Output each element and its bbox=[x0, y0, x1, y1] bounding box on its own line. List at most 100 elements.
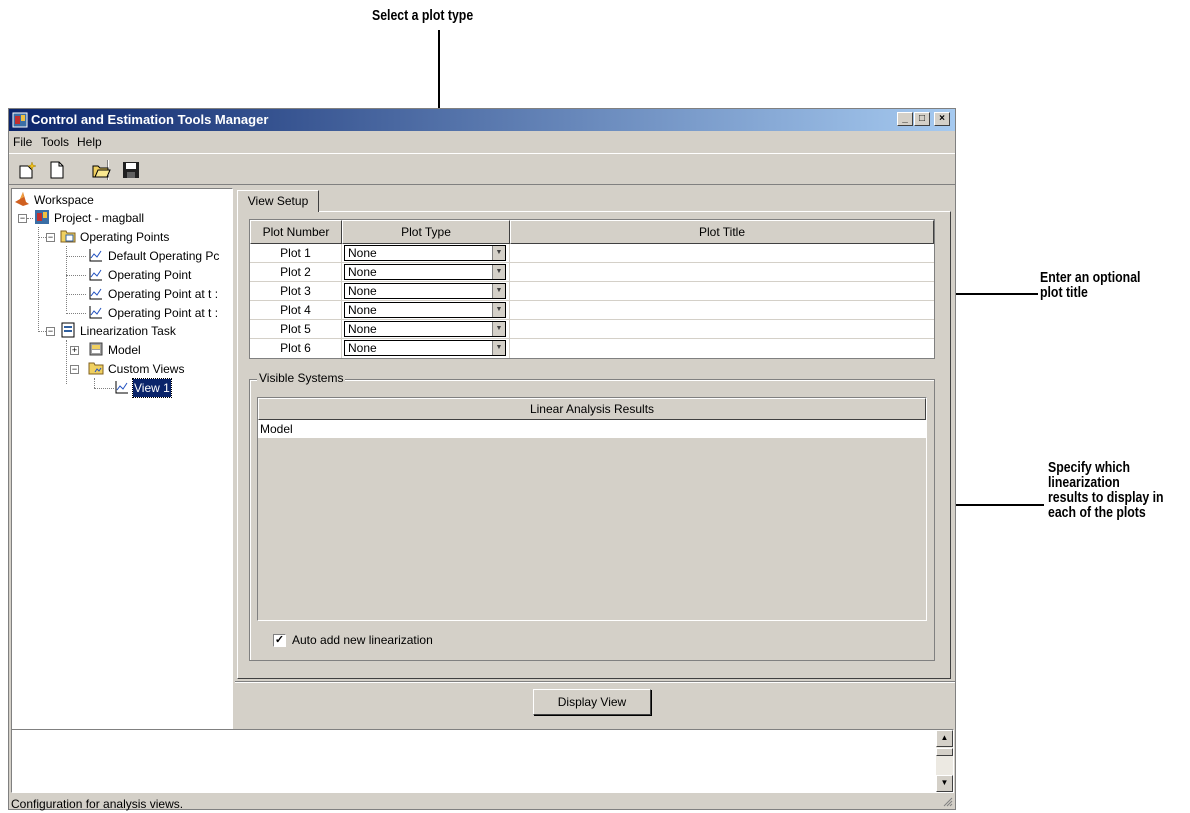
menu-tools[interactable]: Tools bbox=[41, 135, 69, 149]
plot-table-header: Plot Number Plot Type Plot Title bbox=[250, 220, 934, 244]
header-plot-title[interactable]: Plot Title bbox=[510, 220, 934, 244]
callout-results: Specify which linearization results to d… bbox=[1048, 460, 1164, 520]
plot-title-cell[interactable] bbox=[510, 282, 934, 300]
header-plot-type[interactable]: Plot Type bbox=[342, 220, 510, 244]
view-icon bbox=[115, 381, 128, 394]
folder-icon bbox=[88, 362, 104, 375]
plot-type-select[interactable]: None ▼ bbox=[344, 340, 506, 356]
tree-op-default[interactable]: Default Operating Pc bbox=[88, 247, 220, 265]
expander-linearization-task[interactable]: − bbox=[46, 327, 55, 336]
minimize-button[interactable]: _ bbox=[897, 112, 913, 126]
message-console[interactable]: ▲ ▼ bbox=[11, 729, 954, 793]
menu-file[interactable]: File bbox=[13, 135, 32, 149]
expander-operating-points[interactable]: − bbox=[46, 233, 55, 242]
plot-type-value: None bbox=[348, 284, 377, 298]
tree-line bbox=[27, 218, 33, 219]
plot-type-select[interactable]: None ▼ bbox=[344, 302, 506, 318]
tree-line bbox=[38, 331, 46, 332]
callout-results-line1: Specify which bbox=[1048, 459, 1131, 476]
tree-linearization-task[interactable]: Linearization Task bbox=[60, 322, 177, 340]
plot-type-select[interactable]: None ▼ bbox=[344, 321, 506, 337]
new-project-icon[interactable] bbox=[17, 160, 37, 180]
dropdown-arrow-icon[interactable]: ▼ bbox=[492, 284, 505, 298]
callout-plot-title: Enter an optional plot title bbox=[1040, 270, 1140, 300]
auto-add-label[interactable]: Auto add new linearization bbox=[292, 633, 433, 647]
plot-title-cell[interactable] bbox=[510, 263, 934, 281]
expander-model[interactable]: + bbox=[70, 346, 79, 355]
tree-custom-views[interactable]: Custom Views bbox=[88, 360, 185, 378]
tree-op-default-label: Default Operating Pc bbox=[108, 249, 220, 263]
tools-manager-window: Control and Estimation Tools Manager _ □… bbox=[8, 108, 956, 811]
save-icon[interactable] bbox=[121, 160, 141, 180]
table-row[interactable]: Model bbox=[258, 420, 926, 439]
tree-op-2-label: Operating Point at t : bbox=[108, 287, 219, 301]
tab-view-setup[interactable]: View Setup bbox=[237, 190, 319, 212]
scroll-up-icon[interactable]: ▲ bbox=[936, 730, 953, 747]
plot-type-value: None bbox=[348, 265, 377, 279]
console-vertical-scrollbar[interactable]: ▲ ▼ bbox=[936, 730, 953, 792]
header-plot-number[interactable]: Plot Number bbox=[250, 220, 342, 244]
tree-op-1[interactable]: Operating Point bbox=[88, 266, 192, 284]
open-icon[interactable] bbox=[91, 160, 111, 180]
new-task-icon[interactable] bbox=[47, 160, 67, 180]
plot-icon bbox=[89, 268, 102, 281]
plot-title-cell[interactable] bbox=[510, 339, 934, 358]
tree-workspace[interactable]: Workspace bbox=[14, 191, 95, 209]
callout-plot-type-text: Select a plot type bbox=[372, 7, 474, 24]
tree-custom-views-label: Custom Views bbox=[108, 362, 185, 376]
tree-operating-points-label: Operating Points bbox=[80, 230, 170, 244]
resize-grip-icon[interactable] bbox=[941, 795, 953, 807]
tree-op-2[interactable]: Operating Point at t : bbox=[88, 285, 219, 303]
plot-type-select[interactable]: None ▼ bbox=[344, 264, 506, 280]
scroll-thumb[interactable] bbox=[936, 748, 953, 756]
plot-title-cell[interactable] bbox=[510, 244, 934, 262]
table-row: Plot 3 None ▼ bbox=[250, 282, 934, 301]
dropdown-arrow-icon[interactable]: ▼ bbox=[492, 322, 505, 336]
tree-line bbox=[66, 340, 67, 384]
menu-help[interactable]: Help bbox=[77, 135, 102, 149]
dropdown-arrow-icon[interactable]: ▼ bbox=[492, 246, 505, 260]
tree-model[interactable]: Model bbox=[88, 341, 142, 359]
tree-line bbox=[38, 227, 39, 330]
plot-title-cell[interactable] bbox=[510, 301, 934, 319]
table-row: Plot 5 None ▼ bbox=[250, 320, 934, 339]
tree-model-label: Model bbox=[108, 343, 141, 357]
results-header[interactable]: Linear Analysis Results bbox=[258, 398, 926, 420]
project-tree[interactable]: Workspace − Project - magball − Operatin… bbox=[11, 188, 233, 733]
scroll-down-icon[interactable]: ▼ bbox=[936, 775, 953, 792]
dropdown-arrow-icon[interactable]: ▼ bbox=[492, 341, 505, 355]
menu-bar: File Tools Help bbox=[9, 132, 955, 152]
model-icon bbox=[89, 342, 103, 356]
dropdown-arrow-icon[interactable]: ▼ bbox=[492, 265, 505, 279]
plot-number-cell: Plot 5 bbox=[250, 320, 342, 338]
tree-line bbox=[66, 256, 86, 257]
plot-number-cell: Plot 4 bbox=[250, 301, 342, 319]
auto-add-checkbox[interactable]: ✓ bbox=[273, 634, 286, 647]
plot-type-value: None bbox=[348, 341, 377, 355]
tree-project-label: Project - magball bbox=[54, 211, 145, 225]
status-bar: Configuration for analysis views. bbox=[11, 797, 184, 811]
display-view-button[interactable]: Display View bbox=[533, 689, 651, 715]
tree-operating-points[interactable]: Operating Points bbox=[60, 228, 170, 246]
plot-type-select[interactable]: None ▼ bbox=[344, 283, 506, 299]
expander-custom-views[interactable]: − bbox=[70, 365, 79, 374]
tree-view1-label: View 1 bbox=[132, 378, 172, 398]
dropdown-arrow-icon[interactable]: ▼ bbox=[492, 303, 505, 317]
maximize-button[interactable]: □ bbox=[914, 112, 930, 126]
tree-view1[interactable]: View 1 bbox=[114, 378, 172, 398]
matlab-logo-icon bbox=[15, 192, 29, 206]
close-button[interactable]: × bbox=[934, 112, 950, 126]
plot-type-value: None bbox=[348, 303, 377, 317]
plot-title-cell[interactable] bbox=[510, 320, 934, 338]
plot-type-select[interactable]: None ▼ bbox=[344, 245, 506, 261]
plot-table: Plot Number Plot Type Plot Title Plot 1 … bbox=[249, 219, 935, 359]
title-bar[interactable]: Control and Estimation Tools Manager _ □… bbox=[9, 109, 955, 131]
tree-project[interactable]: Project - magball bbox=[34, 209, 145, 227]
window-title: Control and Estimation Tools Manager bbox=[31, 112, 269, 127]
tree-op-3[interactable]: Operating Point at t : bbox=[88, 304, 219, 322]
expander-project[interactable]: − bbox=[18, 214, 27, 223]
tree-workspace-label: Workspace bbox=[34, 193, 94, 207]
panel-divider bbox=[235, 681, 955, 683]
plot-icon bbox=[89, 287, 102, 300]
callout-results-line2: linearization bbox=[1048, 474, 1120, 491]
